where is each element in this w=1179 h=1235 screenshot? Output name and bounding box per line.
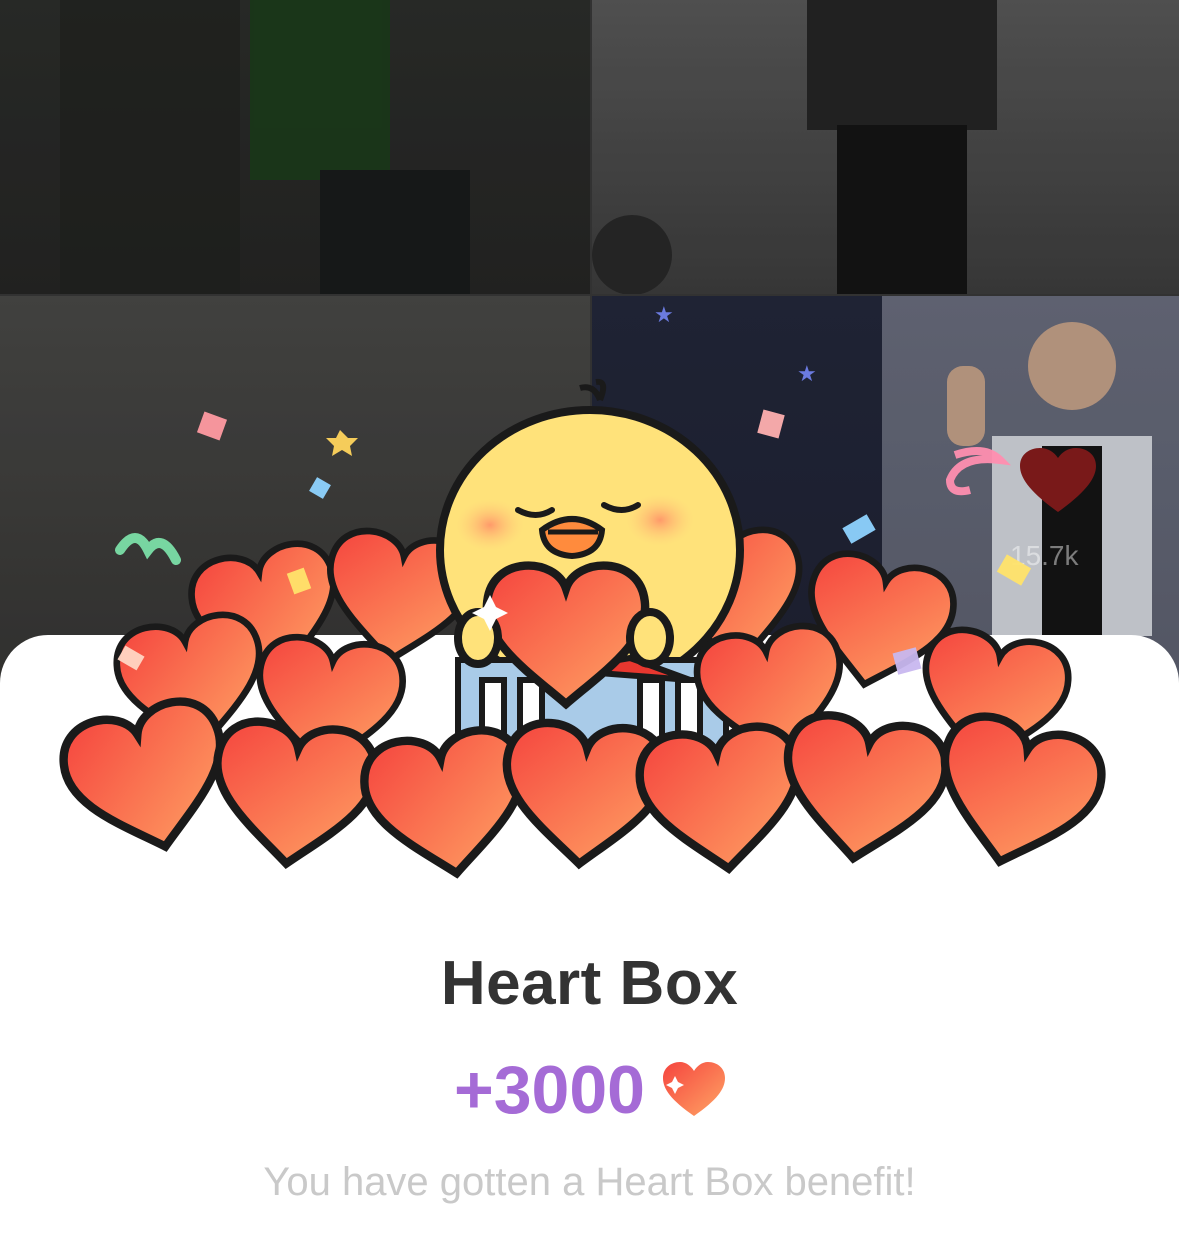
modal-description: You have gotten a Heart Box benefit! <box>263 1160 916 1204</box>
reward-row: +3000 <box>0 1050 1179 1130</box>
heart-box-illustration <box>0 378 1179 890</box>
reward-amount: +3000 <box>454 1052 645 1128</box>
heart-icon <box>662 1062 725 1116</box>
modal-title: Heart Box <box>440 949 739 1018</box>
